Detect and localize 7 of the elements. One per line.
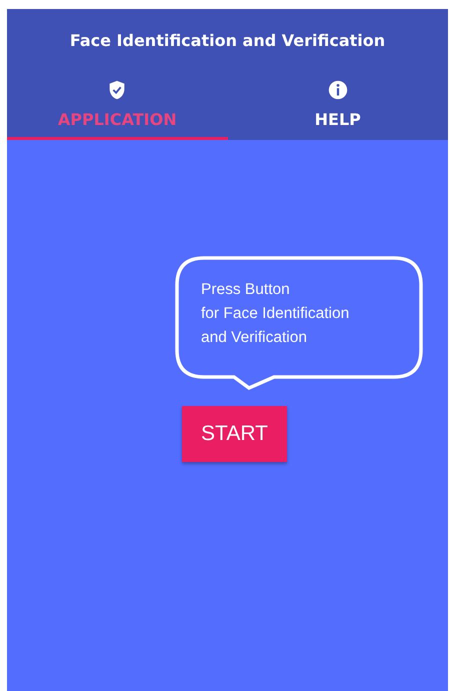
start-button[interactable]: START [182, 406, 287, 462]
bubble-text: and Verification [201, 328, 308, 348]
info-icon [326, 79, 349, 101]
tab[interactable]: HELP [228, 79, 448, 140]
bubble-text: for Face Identification [201, 304, 350, 324]
bubble-text: Press Button [201, 280, 291, 300]
app-title: Face Identification and Verification [68, 30, 386, 52]
